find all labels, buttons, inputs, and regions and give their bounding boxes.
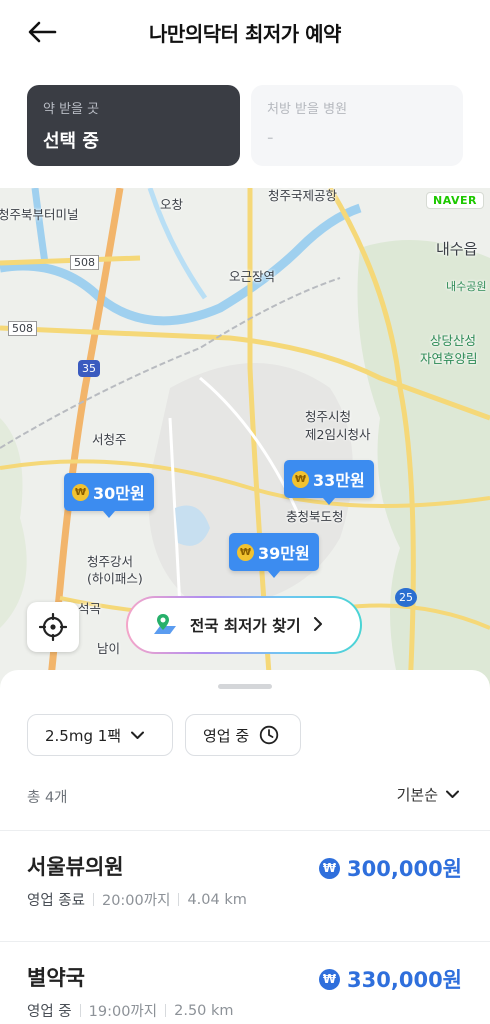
map-label-seocheongju: 서청주 [92,432,127,447]
pickup-label: 약 받을 곳 [43,102,100,117]
hospital-card[interactable]: 처방 받을 병원 - [251,85,463,166]
won-coin-icon: ₩ [319,857,341,879]
results-sheet: 2.5mg 1팩 영업 중 총 4개 기본순 서울뷰의원 영업 종료 20:00… [0,670,490,1024]
chevron-right-icon [313,616,323,635]
separator [165,1004,167,1017]
map-label-naesu: 내수읍 [436,240,478,258]
map-label-bus-terminal: 청주북부터미널 [0,207,79,222]
hospital-label: 처방 받을 병원 [267,102,348,117]
sort-dropdown[interactable]: 기본순 [397,784,459,805]
price-marker-33[interactable]: ₩ 33만원 [284,460,374,505]
find-button-label: 전국 최저가 찾기 [190,617,301,635]
price-value: 330,000원 [347,968,462,992]
pickup-value: 선택 중 [43,131,99,152]
separator [178,893,180,906]
clock-icon [259,725,279,745]
chevron-down-icon [131,731,145,740]
won-coin-icon: ₩ [292,470,309,488]
result-count: 총 4개 [27,790,68,806]
distance: 4.04 km [187,891,247,908]
dose-filter-dropdown[interactable]: 2.5mg 1팩 [27,714,173,756]
map-label-temp-hall: 제2임시청사 [305,427,371,442]
map-label-ochang: 오창 [160,197,184,212]
map-pin-icon [154,614,176,634]
clinic-price: ₩ 300,000원 [319,853,462,883]
map-label-ogeunjang-station: 오근장역 [229,269,276,284]
price-marker-label: 39만원 [258,544,310,563]
my-location-button[interactable] [27,602,79,652]
closing-time: 20:00까지 [101,893,171,909]
clinic-name: 별약국 [27,966,85,990]
map-label-hipass: (하이패스) [87,571,143,586]
map-label-seokgok: 석곡 [78,601,102,616]
hospital-value: - [267,127,274,148]
map-label-provincial-office: 충청북도청 [286,509,344,524]
won-coin-icon: ₩ [319,968,341,990]
route-badge-508-a: 508 [70,255,99,270]
map-label-city-hall: 청주시청 [305,409,352,424]
route-badge-508-b: 508 [8,321,37,336]
list-item[interactable]: 별약국 영업 중 19:00까지 2.50 km ₩ 330,000원 [0,942,490,1024]
price-marker-39[interactable]: ₩ 39만원 [229,533,319,578]
page-title: 나만의닥터 최저가 예약 [149,22,341,46]
find-nationwide-lowest-button[interactable]: 전국 최저가 찾기 [126,596,362,654]
distance: 2.50 km [174,1002,234,1019]
crosshair-icon [39,613,67,641]
header: 나만의닥터 최저가 예약 [0,0,490,64]
sheet-drag-handle[interactable] [218,684,272,689]
separator [79,1004,81,1017]
route-badge-25: 25 [395,588,417,607]
chevron-down-icon [446,790,459,799]
closing-time: 19:00까지 [88,1004,158,1020]
won-coin-icon: ₩ [72,483,89,501]
clinic-price: ₩ 330,000원 [319,964,462,994]
clinic-meta: 영업 종료 20:00까지 4.04 km [27,889,247,910]
map-view[interactable]: NAVER 청주국제공항 오창 청주북부터미널 내수읍 내수공원 오근장역 상당… [0,188,490,688]
map-label-sangdang-fortress-forest: 상당산성 [430,333,477,348]
pickup-location-card[interactable]: 약 받을 곳 선택 중 [27,85,240,166]
price-value: 300,000원 [347,857,462,881]
price-marker-label: 33만원 [313,471,365,490]
route-badge-35: 35 [78,360,100,377]
open-status: 영업 종료 [27,893,85,909]
map-label-nami: 남이 [97,641,121,656]
price-marker-30[interactable]: ₩ 30만원 [64,473,154,518]
clinic-name: 서울뷰의원 [27,855,124,879]
list-item[interactable]: 서울뷰의원 영업 종료 20:00까지 4.04 km ₩ 300,000원 [0,831,490,941]
map-label-naesu-park: 내수공원 [446,280,487,293]
price-marker-label: 30만원 [93,484,145,503]
sort-label: 기본순 [396,786,438,804]
map-label-recreation-forest: 자연휴양림 [420,351,478,366]
won-coin-icon: ₩ [237,543,254,561]
naver-map-badge: NAVER [426,192,484,209]
map-label-airport: 청주국제공항 [268,188,338,203]
open-status: 영업 중 [27,1004,72,1020]
status-filter-label: 영업 중 [203,726,250,745]
open-now-filter[interactable]: 영업 중 [185,714,301,756]
clinic-meta: 영업 중 19:00까지 2.50 km [27,1000,234,1021]
dose-filter-label: 2.5mg 1팩 [45,726,122,745]
separator [92,893,94,906]
